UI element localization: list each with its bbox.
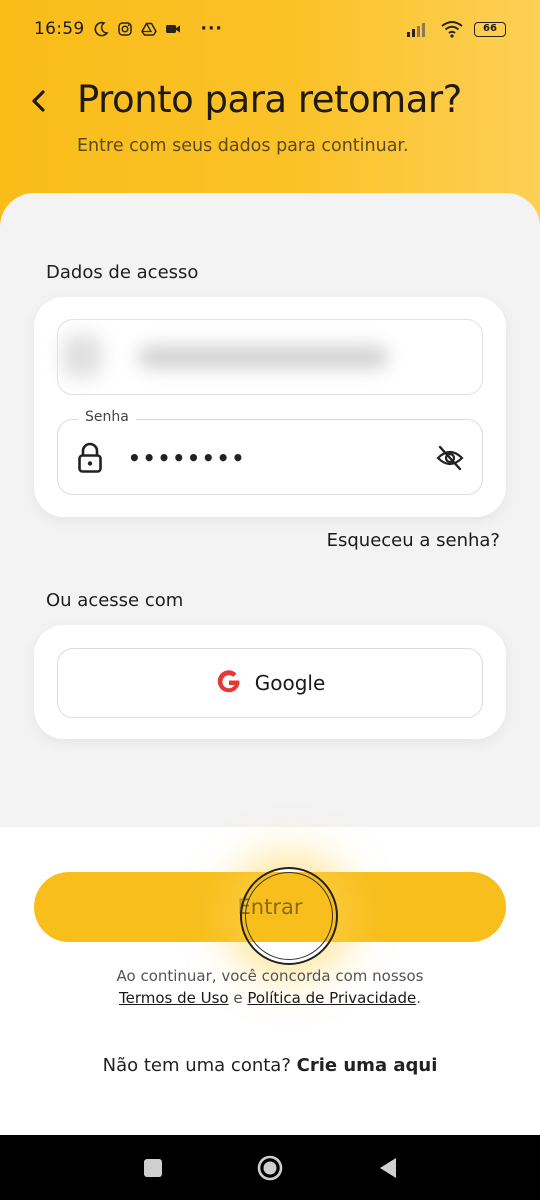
- blurred-icon: [62, 334, 102, 378]
- signup-row: Não tem uma conta? Crie uma aqui: [0, 1055, 540, 1076]
- signal-icon: [407, 23, 425, 37]
- login-sheet: Dados de acesso Senha •••••••• Esqueceu …: [0, 193, 540, 833]
- access-section-label: Dados de acesso: [46, 262, 199, 283]
- google-login-button[interactable]: Google: [57, 648, 483, 718]
- battery-icon: 66: [474, 21, 506, 37]
- social-section-label: Ou acesse com: [46, 590, 184, 611]
- email-field[interactable]: [57, 319, 483, 395]
- password-label: Senha: [78, 409, 136, 425]
- page-title: Pronto para retomar?: [77, 78, 462, 121]
- system-nav-bar: [0, 1135, 540, 1200]
- signup-link[interactable]: Crie uma aqui: [297, 1055, 438, 1076]
- video-icon: [165, 25, 180, 33]
- page-subtitle: Entre com seus dados para continuar.: [77, 136, 409, 156]
- privacy-link[interactable]: Política de Privacidade: [247, 989, 416, 1007]
- terms-link[interactable]: Termos de Uso: [119, 989, 229, 1007]
- google-button-label: Google: [254, 671, 326, 695]
- lock-icon: [78, 442, 102, 473]
- blurred-email-value: [138, 346, 388, 368]
- home-nav-icon[interactable]: [257, 1155, 283, 1181]
- footer-area: Entrar Ao continuar, você concorda com n…: [0, 827, 540, 1135]
- back-nav-icon[interactable]: [376, 1155, 402, 1181]
- forgot-password-link[interactable]: Esqueceu a senha?: [327, 530, 500, 551]
- moon-icon: [93, 21, 109, 37]
- status-bar: 16:59 ··· 66: [0, 0, 540, 58]
- more-notifications-icon: ···: [200, 19, 223, 39]
- legal-and: e: [228, 989, 248, 1007]
- eye-off-icon[interactable]: [436, 444, 464, 472]
- legal-prefix: Ao continuar, você concorda com nossos: [116, 967, 424, 985]
- social-card: Google: [34, 625, 506, 739]
- access-card: Senha ••••••••: [34, 297, 506, 517]
- password-value: ••••••••: [128, 446, 247, 470]
- drive-icon: [140, 22, 157, 36]
- square-nav-icon[interactable]: [140, 1155, 166, 1181]
- legal-text: Ao continuar, você concorda com nossos T…: [0, 965, 540, 1009]
- instagram-icon: [117, 22, 132, 36]
- legal-end: .: [416, 989, 422, 1007]
- password-field[interactable]: Senha ••••••••: [57, 409, 483, 495]
- status-time: 16:59: [34, 19, 85, 39]
- google-logo-icon: [217, 670, 240, 693]
- signup-prompt: Não tem uma conta?: [102, 1055, 291, 1076]
- touch-indicator: [240, 867, 338, 965]
- wifi-icon: [441, 21, 463, 38]
- back-arrow-icon[interactable]: [26, 86, 54, 116]
